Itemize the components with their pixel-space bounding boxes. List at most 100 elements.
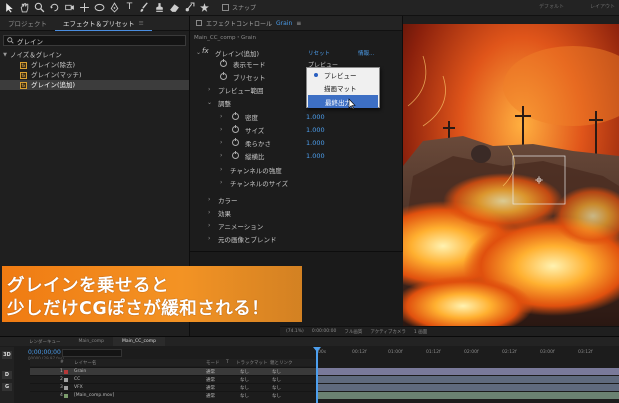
- stopwatch-icon[interactable]: [232, 125, 239, 133]
- panel-menu-icon[interactable]: ≡: [296, 20, 301, 27]
- layer-bar-vfx[interactable]: [316, 384, 619, 391]
- effects-search-input[interactable]: グレイン: [3, 35, 186, 46]
- stopwatch-icon[interactable]: [232, 112, 239, 120]
- rotate-icon[interactable]: [49, 2, 60, 13]
- playhead[interactable]: [316, 347, 318, 403]
- chevron-right-icon[interactable]: ›: [220, 113, 222, 120]
- lock-icon[interactable]: [196, 20, 202, 26]
- chevron-right-icon[interactable]: ›: [220, 179, 222, 186]
- roto-brush-icon[interactable]: [184, 2, 195, 13]
- layer-row-vfx[interactable]: 3 VFX 通常 なし なし: [30, 383, 316, 391]
- zoom-icon[interactable]: [34, 2, 45, 13]
- param-aspect-ratio[interactable]: › 縦横比 1.000: [190, 150, 403, 161]
- chevron-down-icon[interactable]: ⌄: [207, 99, 212, 106]
- menu-item-preview[interactable]: プレビュー: [307, 68, 379, 81]
- zoom-level[interactable]: (74.1%): [286, 329, 304, 334]
- tab-main-cc-comp[interactable]: Main_CC_comp: [112, 337, 165, 346]
- layer-bar-cc[interactable]: [316, 376, 619, 383]
- layer-track-matte[interactable]: なし: [240, 393, 249, 399]
- layer-row-grain[interactable]: 1 Grain 通常 なし なし: [30, 367, 316, 375]
- layer-name[interactable]: VFX: [74, 385, 83, 390]
- tree-item-grain-match[interactable]: fx グレイン(マッチ): [0, 70, 189, 80]
- tab-main-comp[interactable]: Main_comp: [70, 337, 113, 346]
- workspace-layout[interactable]: レイアウト: [590, 3, 615, 10]
- chevron-right-icon[interactable]: ›: [220, 152, 222, 159]
- time-ruler[interactable]: 00s 00:12f 01:00f 01:12f 02:00f 02:12f 0…: [316, 348, 619, 358]
- chevron-right-icon[interactable]: ›: [208, 86, 210, 93]
- layer-row-main-comp[interactable]: 4 [Main_comp.mov] 通常 なし なし: [30, 391, 316, 399]
- chevron-right-icon[interactable]: ›: [208, 222, 210, 229]
- layer-parent[interactable]: なし: [272, 393, 281, 399]
- current-time[interactable]: 0:00:00:00: [312, 329, 337, 334]
- stopwatch-icon[interactable]: [220, 59, 227, 67]
- group-channel-size[interactable]: › チャンネルのサイズ: [190, 177, 403, 188]
- selection-arrow-icon[interactable]: [4, 2, 15, 13]
- composition-viewer[interactable]: [403, 16, 619, 326]
- param-size[interactable]: › サイズ 1.000: [190, 124, 403, 135]
- param-value[interactable]: 1.000: [306, 113, 325, 121]
- eraser-icon[interactable]: [169, 2, 180, 13]
- chevron-right-icon[interactable]: ›: [208, 209, 210, 216]
- label-color-chip[interactable]: [64, 378, 68, 382]
- param-softness[interactable]: › 柔らかさ 1.000: [190, 137, 403, 148]
- group-animation[interactable]: › アニメーション: [190, 220, 403, 231]
- brush-icon[interactable]: [139, 2, 150, 13]
- layer-name[interactable]: [Main_comp.mov]: [74, 393, 114, 398]
- stopwatch-icon[interactable]: [232, 138, 239, 146]
- tab-project[interactable]: プロジェクト: [0, 16, 55, 31]
- chevron-down-icon[interactable]: ▼: [0, 50, 10, 60]
- pen-icon[interactable]: [109, 2, 120, 13]
- layer-mode[interactable]: 通常: [206, 393, 215, 399]
- layer-row-cc[interactable]: 2 CC 通常 なし なし: [30, 375, 316, 383]
- puppet-pin-icon[interactable]: [199, 2, 210, 13]
- param-value[interactable]: 1.000: [306, 126, 325, 134]
- chevron-down-icon[interactable]: ⌄: [196, 49, 201, 56]
- tab-effects-presets[interactable]: エフェクト＆プリセット ≡: [55, 16, 152, 31]
- view-layout-select[interactable]: 1 画面: [414, 329, 427, 335]
- col-num: #: [60, 360, 64, 365]
- chevron-right-icon[interactable]: ›: [208, 196, 210, 203]
- hand-icon[interactable]: [19, 2, 30, 13]
- group-color[interactable]: › カラー: [190, 194, 403, 205]
- group-application[interactable]: › 効果: [190, 207, 403, 218]
- param-intensity[interactable]: › 密度 1.000: [190, 111, 403, 122]
- rect-mask-icon[interactable]: [94, 2, 105, 13]
- layer-name[interactable]: CC: [74, 377, 80, 382]
- orbit-camera-icon[interactable]: [64, 2, 75, 13]
- layer-name[interactable]: Grain: [74, 369, 86, 374]
- label-color-chip[interactable]: [64, 394, 68, 398]
- param-value[interactable]: 1.000: [306, 139, 325, 147]
- tree-item-grain-add[interactable]: fx グレイン(追加): [0, 80, 189, 90]
- chevron-right-icon[interactable]: ›: [220, 166, 222, 173]
- panel-menu-icon[interactable]: ≡: [139, 19, 144, 27]
- chevron-right-icon[interactable]: ›: [208, 235, 210, 242]
- resolution-select[interactable]: フル画質: [344, 329, 362, 335]
- tree-category-noise-grain[interactable]: ▼ ノイズ＆グレイン: [0, 50, 189, 60]
- group-blend-with-original[interactable]: › 元の画像とブレンド: [190, 233, 403, 244]
- snap-toggle[interactable]: スナップ: [222, 3, 256, 12]
- param-value[interactable]: 1.000: [306, 152, 325, 160]
- effect-row-grain-add[interactable]: ⌄ グレイン(追加): [190, 47, 403, 58]
- layer-bar-grain[interactable]: [316, 368, 619, 375]
- timeline-current-time[interactable]: 0;00;00;00: [28, 349, 61, 356]
- tree-item-grain-remove[interactable]: fx グレイン(除去): [0, 60, 189, 70]
- label-color-chip[interactable]: [64, 370, 68, 374]
- tab-render-queue[interactable]: レンダーキュー: [20, 337, 70, 346]
- clone-stamp-icon[interactable]: [154, 2, 165, 13]
- group-channel-intensity[interactable]: › チャンネルの強度: [190, 164, 403, 175]
- stopwatch-icon[interactable]: [220, 72, 227, 80]
- menu-item-final-output[interactable]: 最終出力: [308, 95, 378, 108]
- camera-select[interactable]: アクティブカメラ: [370, 329, 406, 335]
- layer-bar-main-comp[interactable]: [316, 392, 619, 399]
- workspace-default[interactable]: デフォルト: [539, 3, 564, 10]
- type-icon[interactable]: T: [124, 2, 135, 13]
- stopwatch-icon[interactable]: [232, 151, 239, 159]
- effect-controls-panel: エフェクトコントロール Grain ≡ Main_CC_comp・Grain f…: [190, 16, 403, 252]
- snap-checkbox[interactable]: [222, 4, 229, 11]
- chevron-right-icon[interactable]: ›: [220, 126, 222, 133]
- timeline-search-input[interactable]: [62, 349, 122, 357]
- label-color-chip[interactable]: [64, 386, 68, 390]
- pan-camera-icon[interactable]: [79, 2, 90, 13]
- chevron-right-icon[interactable]: ›: [220, 139, 222, 146]
- menu-item-blending-matte[interactable]: 描画マット: [307, 81, 379, 94]
